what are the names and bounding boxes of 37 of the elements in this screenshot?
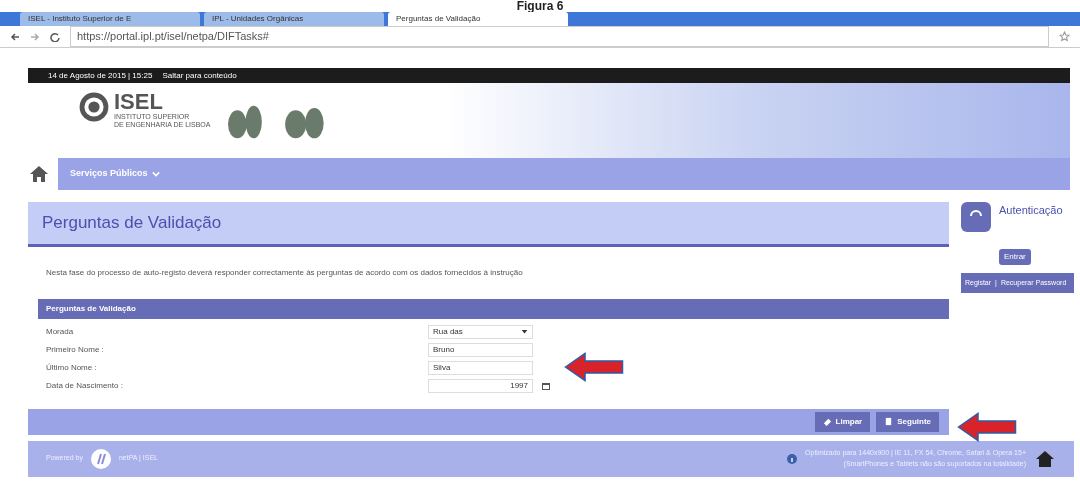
date-text: 14 de Agosto de 2015 | 15:25 bbox=[48, 70, 153, 82]
crest-logo-icon bbox=[78, 91, 110, 123]
clear-button[interactable]: Limpar bbox=[814, 411, 871, 432]
input-field[interactable]: Silva bbox=[428, 360, 533, 375]
login-button[interactable]: Entrar bbox=[999, 248, 1031, 265]
browser-tab[interactable]: ISEL - Instituto Superior de E bbox=[20, 12, 200, 26]
select-field[interactable]: Rua das bbox=[428, 324, 533, 339]
field-label: Data de Nascimento : bbox=[46, 379, 124, 392]
home-icon bbox=[28, 164, 50, 184]
chevron-down-icon bbox=[151, 170, 160, 178]
netpa-logo-icon bbox=[90, 448, 111, 469]
page-title: Perguntas de Validação bbox=[28, 202, 949, 247]
date-field[interactable]: 1997 bbox=[428, 378, 533, 393]
info-icon bbox=[787, 453, 798, 464]
back-icon bbox=[10, 31, 20, 42]
forward-icon bbox=[30, 31, 40, 42]
auth-title: Autenticação bbox=[999, 203, 1063, 218]
address-field[interactable]: https://portal.ipl.pt/isel/netpa/DIFTasks# bbox=[70, 26, 1049, 47]
calendar-icon bbox=[541, 380, 551, 391]
browser-tab[interactable]: Perguntas de Validação bbox=[388, 12, 568, 26]
reload-icon bbox=[50, 31, 60, 42]
eraser-icon bbox=[822, 417, 832, 426]
star-icon bbox=[1059, 31, 1070, 42]
skip-link[interactable]: Saltar para conteúdo bbox=[162, 68, 237, 83]
field-label: Morada bbox=[46, 325, 75, 338]
caret-icon bbox=[521, 328, 528, 335]
field-label: Primeiro Nome : bbox=[46, 343, 105, 356]
intro-text: Nesta fase do processo de auto-registo deverá responder correctamente às perguntas de acordo com os dados fornecidos à instrução bbox=[45, 266, 524, 279]
field-label: Último Nome : bbox=[46, 361, 98, 374]
browser-tab[interactable]: IPL - Unidades Orgânicas bbox=[204, 12, 384, 26]
input-field[interactable]: Bruno bbox=[428, 342, 533, 357]
document-icon bbox=[884, 417, 894, 426]
panel-header: Perguntas de Validação bbox=[38, 298, 949, 319]
logo-text: ISEL bbox=[114, 91, 164, 113]
home-icon bbox=[1034, 448, 1056, 469]
figure-caption: Figura 6 bbox=[515, 0, 565, 12]
next-button[interactable]: Seguinte bbox=[876, 411, 939, 432]
